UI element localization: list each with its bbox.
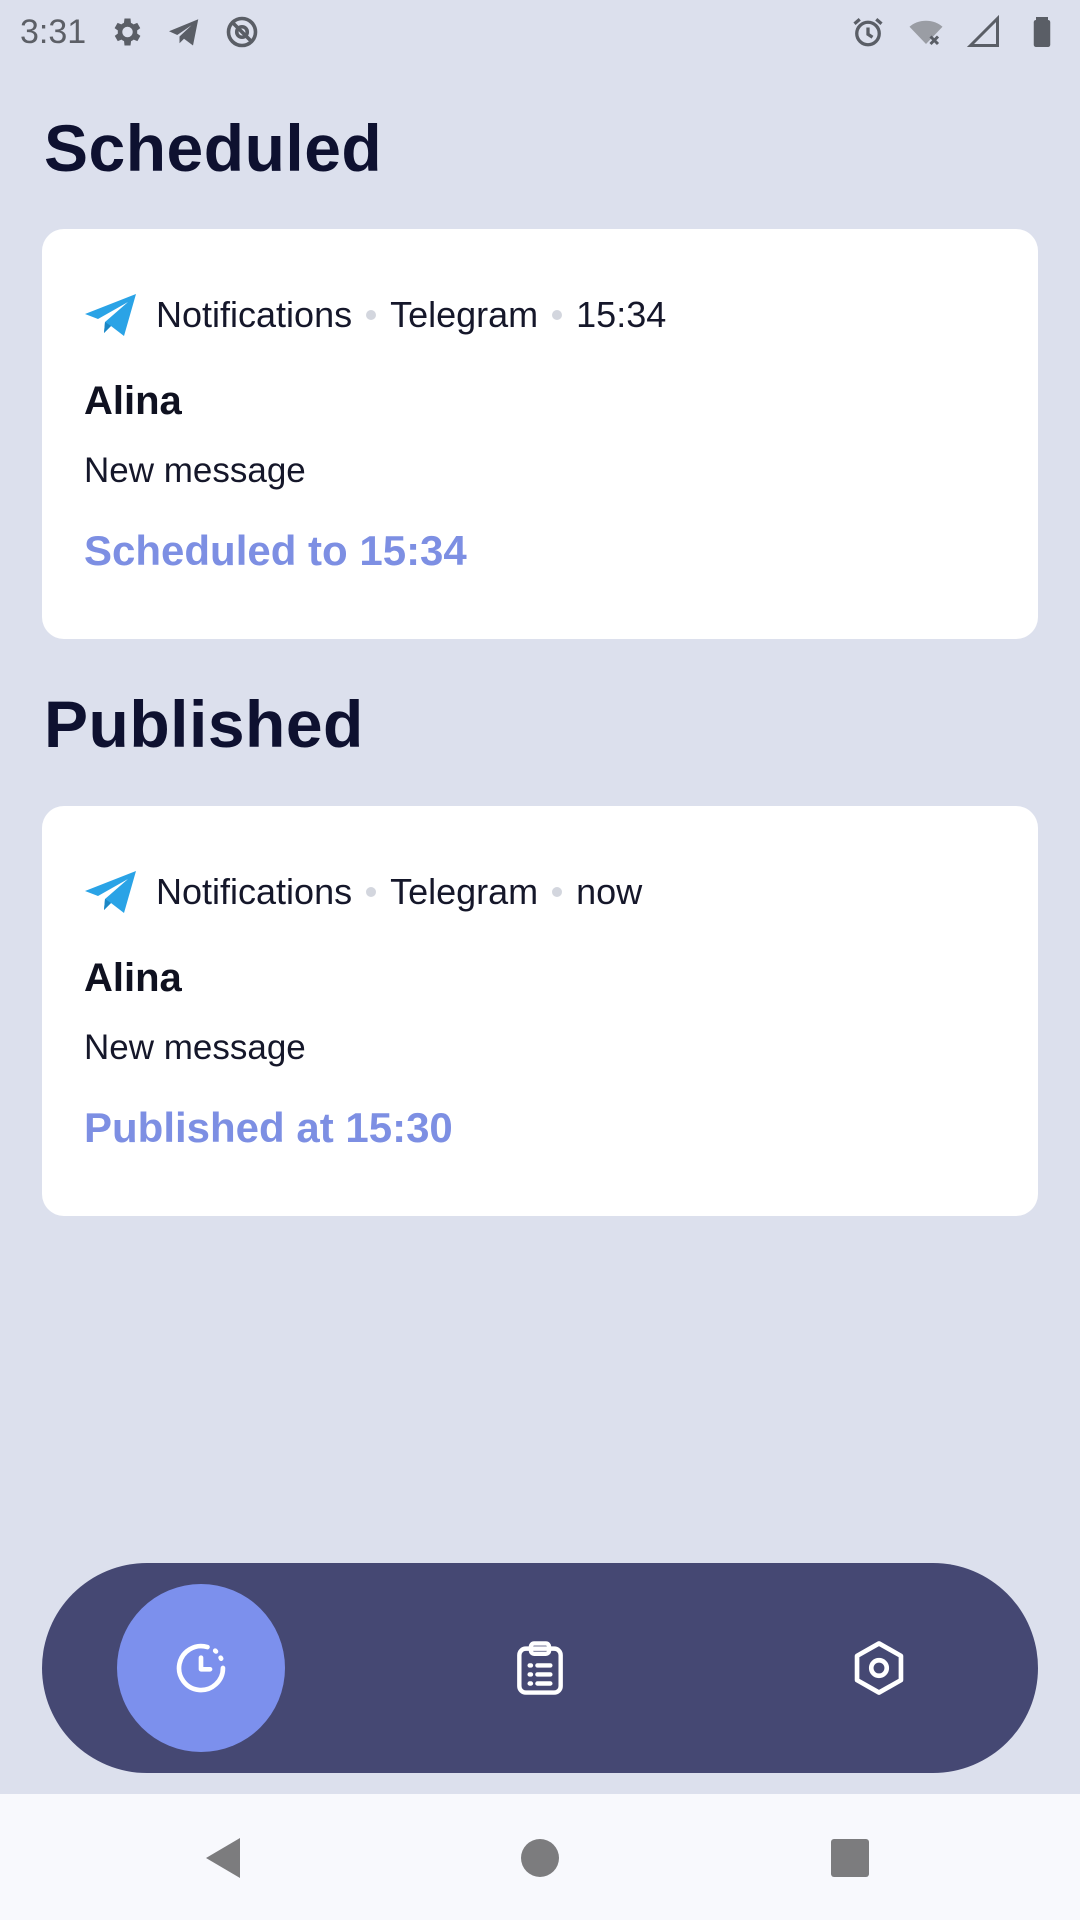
section-title-published: Published xyxy=(44,687,364,761)
status-left: 3:31 xyxy=(20,13,260,52)
settings-hex-icon xyxy=(854,1641,904,1695)
card-time: 15:34 xyxy=(576,294,667,335)
card-channel: Notifications xyxy=(156,871,353,912)
telegram-icon xyxy=(169,19,199,46)
wifi-off-icon xyxy=(909,20,943,46)
separator-dot xyxy=(366,887,377,897)
card-time: now xyxy=(576,871,643,912)
status-time: 3:31 xyxy=(20,12,87,51)
clock-icon xyxy=(176,1643,226,1693)
nav-item-list[interactable] xyxy=(456,1584,624,1752)
card-status: Published at 15:30 xyxy=(84,1104,453,1151)
separator-dot xyxy=(366,310,377,320)
at-sign-icon xyxy=(226,16,258,48)
separator-dot xyxy=(552,310,563,320)
status-bar: 3:31 xyxy=(0,0,1080,64)
card-header: Notifications Telegram now xyxy=(84,870,642,914)
telegram-icon xyxy=(85,871,136,913)
home-icon[interactable] xyxy=(510,1828,570,1888)
card-sender: Alina xyxy=(84,379,182,423)
bottom-nav xyxy=(42,1563,1038,1773)
section-title-scheduled: Scheduled xyxy=(44,111,383,185)
clipboard-list-icon xyxy=(517,1641,563,1695)
card-header: Notifications Telegram 15:34 xyxy=(84,293,666,337)
card-channel: Notifications xyxy=(156,294,353,335)
alarm-icon xyxy=(853,17,883,47)
battery-icon xyxy=(1033,17,1051,47)
notification-card-scheduled[interactable]: Notifications Telegram 15:34 Alina New m… xyxy=(42,229,1038,639)
system-nav-bar xyxy=(0,1794,1080,1920)
card-sender: Alina xyxy=(84,956,182,1000)
telegram-icon xyxy=(85,294,136,336)
status-right xyxy=(850,14,1060,50)
nav-item-settings[interactable] xyxy=(795,1584,963,1752)
nav-item-schedule[interactable] xyxy=(117,1584,285,1752)
card-message: New message xyxy=(84,451,306,490)
separator-dot xyxy=(552,887,563,897)
recents-icon[interactable] xyxy=(820,1828,880,1888)
card-status: Scheduled to 15:34 xyxy=(84,527,467,574)
card-app: Telegram xyxy=(390,294,539,335)
gear-icon xyxy=(114,18,141,46)
back-icon[interactable] xyxy=(196,1828,256,1888)
signal-icon xyxy=(966,14,999,47)
card-message: New message xyxy=(84,1028,306,1067)
card-app: Telegram xyxy=(390,871,539,912)
notification-card-published[interactable]: Notifications Telegram now Alina New mes… xyxy=(42,806,1038,1216)
screen: 3:31 Scheduled Notifications Telegram 15… xyxy=(0,0,1080,1920)
